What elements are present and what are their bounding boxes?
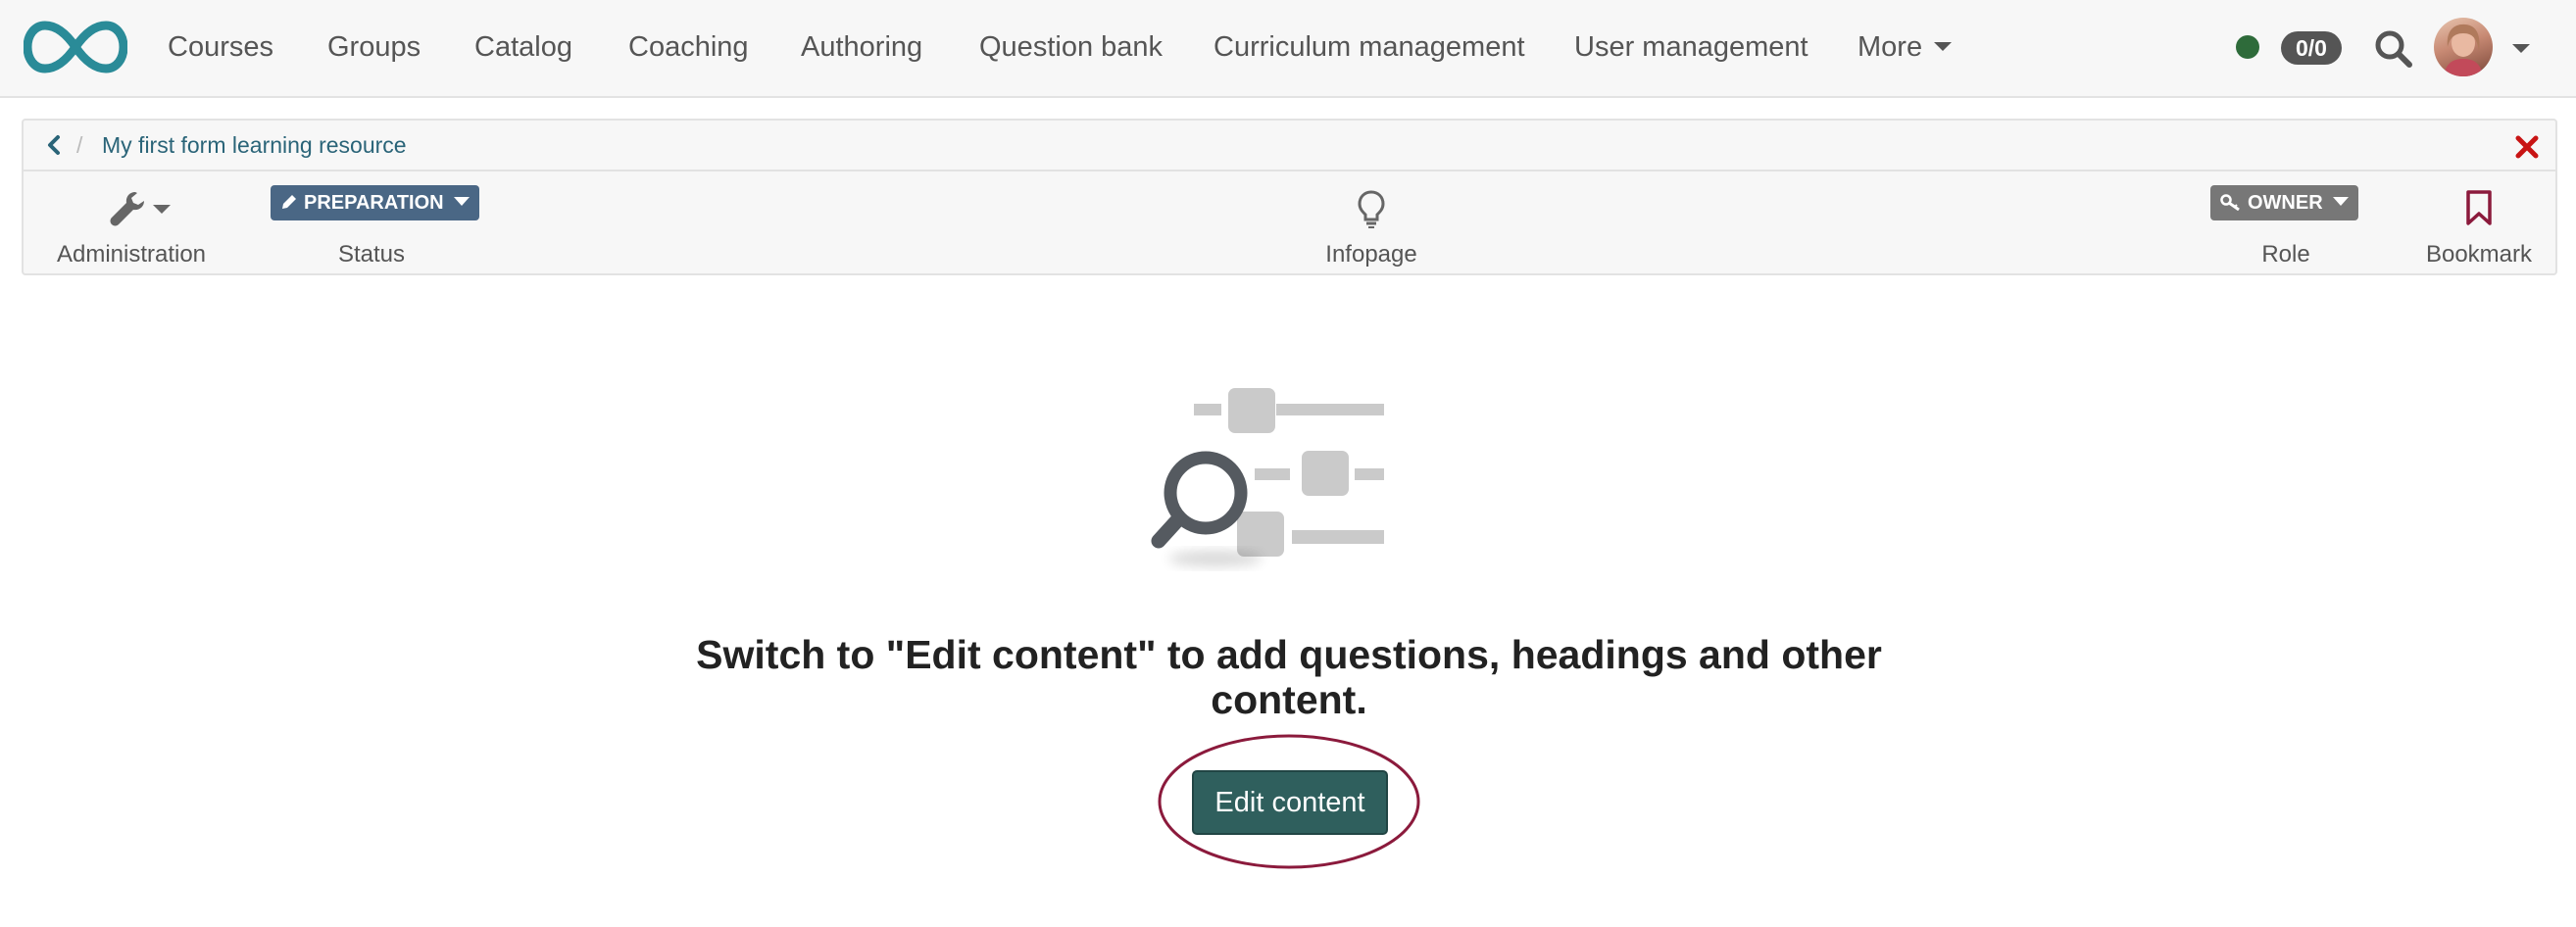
back-chevron-icon[interactable] <box>41 132 67 158</box>
avatar[interactable] <box>2434 18 2493 76</box>
chevron-down-icon <box>453 197 470 207</box>
role-button[interactable]: OWNER <box>2210 185 2358 220</box>
chevron-down-icon <box>2332 197 2349 207</box>
resource-toolbar-panel: / My first form learning resource Admini… <box>22 119 2557 275</box>
edit-content-button[interactable]: Edit content <box>1192 770 1388 835</box>
nav-more-label: More <box>1858 31 1923 63</box>
pencil-icon <box>282 194 296 209</box>
administration-menu[interactable]: Administration <box>24 185 206 271</box>
empty-state-message: Switch to "Edit content" to add question… <box>696 632 1882 722</box>
nav-catalog[interactable]: Catalog <box>474 0 572 96</box>
role-label: Role <box>2261 241 2310 268</box>
search-icon[interactable] <box>2372 27 2415 71</box>
chevron-down-icon <box>1934 41 1953 51</box>
nav-groups[interactable]: Groups <box>327 0 421 96</box>
logo-infinity-icon[interactable] <box>24 18 127 76</box>
chevron-down-icon <box>153 205 171 214</box>
infopage-link[interactable]: Infopage <box>1298 185 1445 271</box>
key-icon <box>2220 193 2240 211</box>
nav-authoring[interactable]: Authoring <box>801 0 922 96</box>
empty-state-filter-search-illustration <box>1151 388 1384 566</box>
status-button[interactable]: PREPARATION <box>271 185 479 220</box>
nav-more-dropdown[interactable]: More <box>1858 0 1953 96</box>
bookmark-icon <box>2466 190 2492 225</box>
online-status-icon[interactable] <box>2236 35 2259 59</box>
top-navigation: Courses Groups Catalog Coaching Authorin… <box>0 0 2576 98</box>
bookmark-toggle[interactable]: Bookmark <box>2405 185 2552 271</box>
nav-question-bank[interactable]: Question bank <box>979 0 1163 96</box>
breadcrumb-current-resource[interactable]: My first form learning resource <box>102 130 407 160</box>
nav-coaching[interactable]: Coaching <box>628 0 749 96</box>
bookmark-label: Bookmark <box>2425 241 2533 268</box>
status-label: Status <box>337 241 406 268</box>
role-menu[interactable]: OWNER Role <box>2207 185 2364 271</box>
nav-courses[interactable]: Courses <box>168 0 273 96</box>
status-menu[interactable]: PREPARATION Status <box>269 185 479 271</box>
close-icon[interactable] <box>2514 134 2540 160</box>
user-menu-chevron-icon[interactable] <box>2512 44 2530 53</box>
infopage-label: Infopage <box>1325 241 1417 268</box>
nav-curriculum-management[interactable]: Curriculum management <box>1214 0 1525 96</box>
breadcrumb: / My first form learning resource <box>24 121 2555 171</box>
nav-user-management[interactable]: User management <box>1574 0 1808 96</box>
administration-label: Administration <box>56 241 207 268</box>
avatar-portrait-icon <box>2444 24 2483 76</box>
lightbulb-icon <box>1358 190 1385 228</box>
status-button-label: PREPARATION <box>304 192 444 214</box>
breadcrumb-separator: / <box>76 132 83 158</box>
role-button-label: OWNER <box>2248 192 2323 214</box>
wrench-icon <box>110 192 144 226</box>
count-badge[interactable]: 0/0 <box>2281 31 2342 65</box>
